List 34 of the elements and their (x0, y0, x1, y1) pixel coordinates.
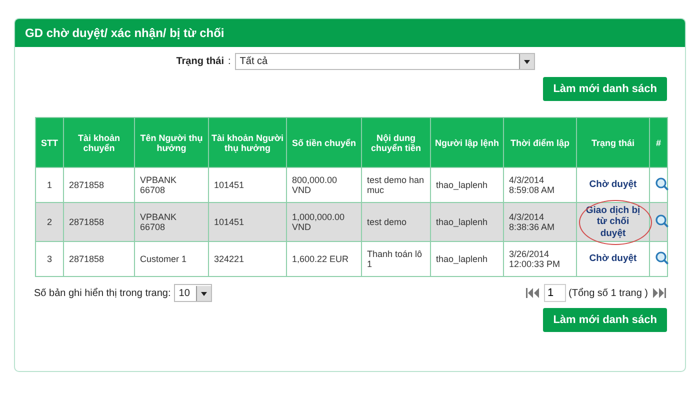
table-cell: Thanh toán lô 1 (362, 242, 430, 277)
status-text: Chờ duyệt (589, 179, 637, 191)
search-icon[interactable] (655, 214, 669, 228)
column-header: Tên Người thụ hưởng (134, 118, 208, 168)
search-icon[interactable] (655, 251, 669, 266)
filter-label: Trạng thái (176, 56, 224, 67)
column-header: Nội dung chuyển tiền (362, 118, 430, 168)
column-header: Người lập lệnh (430, 118, 504, 168)
last-page-icon[interactable] (651, 288, 667, 298)
separator: : (228, 56, 231, 67)
column-header: # (650, 118, 668, 168)
table-cell: 324221 (208, 242, 286, 277)
table-cell: 2871858 (64, 242, 134, 277)
table-cell: 3 (36, 242, 64, 277)
status-dropdown[interactable]: Tất cả (234, 53, 535, 70)
page-input[interactable]: 1 (544, 284, 566, 302)
page-size-dropdown[interactable]: 10 (174, 284, 212, 302)
column-header: Thời điểm lập (504, 118, 576, 168)
page-total: (Tổng số 1 trang ) (568, 288, 648, 299)
status-text: Chờ duyệt (589, 253, 637, 265)
first-page-icon[interactable] (524, 288, 541, 298)
status-text: Giao dịch bị từ chối duyệt (584, 205, 642, 240)
table-cell: 1,600.22 EUR (286, 242, 362, 277)
column-header: Tài khoản chuyển (64, 118, 134, 168)
page-size-label: Số bản ghi hiển thị trong trang: (34, 288, 171, 299)
column-header: STT (36, 118, 64, 168)
table-cell: thao_laplenh (430, 242, 504, 277)
column-header: Số tiền chuyển (286, 118, 362, 168)
column-header: Trạng thái (576, 118, 650, 168)
table-cell: Customer 1 (134, 242, 208, 277)
panel-title: GD chờ duyệt/ xác nhận/ bị từ chối (15, 19, 685, 47)
table-cell: 3/26/2014 12:00:33 PM (504, 242, 576, 277)
search-icon[interactable] (655, 177, 669, 191)
column-header: Tài khoản Người thụ hưởng (208, 118, 286, 168)
